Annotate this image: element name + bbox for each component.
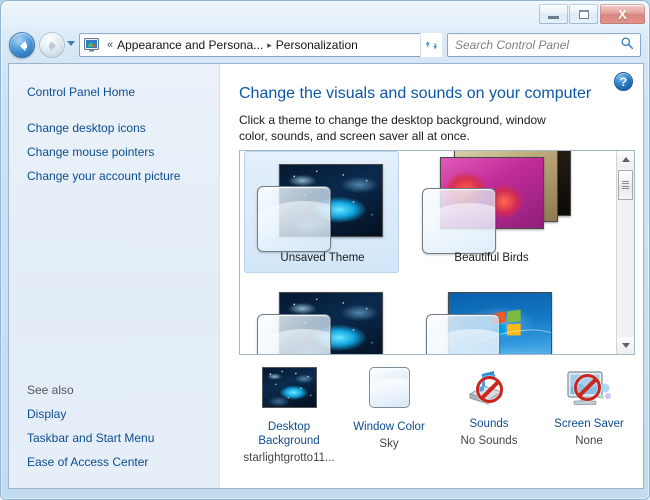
sidebar: Control Panel Home Change desktop icons … — [9, 64, 220, 488]
content-pane: ? Change the visuals and sounds on your … — [220, 64, 643, 488]
breadcrumb-overflow-chevrons[interactable]: « — [103, 39, 117, 51]
setting-sounds[interactable]: Sounds No Sounds — [439, 364, 539, 479]
personalization-window: X « Appearance and Persona... ▸ Personal… — [0, 0, 650, 500]
desktop-background-value: starlightgrotto11... — [243, 452, 335, 464]
theme-window-color-preview — [422, 188, 496, 254]
minimize-button[interactable] — [539, 4, 568, 24]
breadcrumb-item-personalization[interactable]: Personalization — [276, 38, 358, 52]
theme-label: Beautiful Birds — [454, 252, 529, 264]
navigation-bar: « Appearance and Persona... ▸ Personaliz… — [1, 29, 649, 63]
sidebar-item-control-panel-home[interactable]: Control Panel Home — [27, 80, 219, 104]
desktop-background-link[interactable]: Desktop Background — [239, 420, 339, 448]
breadcrumb: « Appearance and Persona... ▸ Personaliz… — [100, 38, 425, 52]
control-panel-display-icon — [83, 37, 100, 53]
see-also-label: See also — [27, 383, 74, 397]
theme-row — [240, 279, 617, 354]
back-button[interactable] — [9, 32, 35, 58]
chevron-up-icon — [621, 157, 630, 162]
screen-saver-value: None — [575, 435, 603, 447]
sidebar-item-ease-of-access-center[interactable]: Ease of Access Center — [27, 450, 162, 474]
setting-window-color[interactable]: Window Color Sky — [339, 364, 439, 479]
forward-button[interactable] — [39, 32, 65, 58]
gallery-scrollbar[interactable] — [616, 151, 634, 354]
window-color-link[interactable]: Window Color — [339, 420, 439, 434]
blocked-icon — [476, 376, 503, 403]
wallpaper-thumbnail-icon — [260, 367, 318, 415]
setting-desktop-background[interactable]: Desktop Background starlightgrotto11... — [239, 364, 339, 479]
title-bar: X — [1, 1, 649, 29]
personalization-settings-row: Desktop Background starlightgrotto11... … — [239, 364, 639, 479]
theme-item-unsaved-theme[interactable]: Unsaved Theme — [244, 151, 399, 273]
refresh-icon — [426, 39, 437, 50]
close-icon: X — [618, 6, 627, 22]
window-color-swatch-icon — [360, 367, 418, 415]
sidebar-item-display[interactable]: Display — [27, 402, 162, 426]
theme-thumbnail-stack — [422, 151, 571, 254]
grip-icon — [622, 179, 629, 191]
theme-item-beautiful-birds[interactable]: Beautiful Birds — [413, 151, 571, 273]
setting-screen-saver[interactable]: Screen Saver None — [539, 364, 639, 479]
theme-window-color-preview — [426, 314, 500, 354]
chevron-down-icon — [621, 343, 630, 348]
back-arrow-icon — [20, 40, 27, 52]
theme-item-row2-first[interactable] — [244, 279, 399, 354]
help-button[interactable]: ? — [614, 72, 633, 91]
maximize-icon — [578, 9, 589, 19]
theme-window-color-preview — [257, 186, 331, 252]
breadcrumb-separator-icon[interactable]: ▸ — [263, 40, 276, 51]
help-icon: ? — [619, 74, 628, 89]
theme-gallery-list: Unsaved Theme Beautiful Birds — [240, 151, 617, 354]
theme-window-color-preview — [257, 314, 331, 354]
sounds-value: No Sounds — [460, 435, 518, 447]
theme-thumbnail-stack — [253, 286, 393, 354]
see-also-section: See also Display Taskbar and Start Menu … — [27, 383, 162, 474]
screen-saver-link[interactable]: Screen Saver — [539, 417, 639, 431]
close-button[interactable]: X — [600, 4, 645, 24]
sounds-link[interactable]: Sounds — [439, 417, 539, 431]
sidebar-item-change-mouse-pointers[interactable]: Change mouse pointers — [27, 140, 219, 164]
scroll-up-button[interactable] — [617, 151, 634, 168]
speaker-muted-icon — [460, 364, 518, 412]
sidebar-item-change-account-picture[interactable]: Change your account picture — [27, 164, 219, 188]
address-bar[interactable]: « Appearance and Persona... ▸ Personaliz… — [79, 33, 441, 57]
minimize-icon — [548, 16, 559, 19]
theme-gallery[interactable]: Unsaved Theme Beautiful Birds — [239, 150, 635, 355]
client-area: Control Panel Home Change desktop icons … — [8, 63, 644, 489]
page-title: Change the visuals and sounds on your co… — [239, 85, 592, 102]
theme-thumbnail-stack — [422, 286, 562, 354]
theme-item-row2-second[interactable] — [413, 279, 568, 354]
forward-arrow-icon — [49, 40, 56, 52]
sidebar-item-taskbar-start-menu[interactable]: Taskbar and Start Menu — [27, 426, 162, 450]
refresh-button[interactable] — [420, 33, 442, 57]
scroll-down-button[interactable] — [617, 337, 634, 354]
scrollbar-thumb[interactable] — [618, 170, 633, 200]
search-box[interactable] — [447, 33, 641, 57]
maximize-button[interactable] — [569, 4, 598, 24]
recent-pages-dropdown[interactable] — [67, 41, 75, 46]
search-icon[interactable] — [620, 36, 634, 55]
search-input[interactable] — [448, 35, 620, 55]
breadcrumb-item-appearance[interactable]: Appearance and Persona... — [117, 38, 263, 52]
monitor-disabled-icon — [560, 364, 618, 412]
theme-label: Unsaved Theme — [280, 252, 365, 264]
window-color-value: Sky — [379, 438, 399, 450]
theme-thumbnail-stack — [253, 158, 393, 252]
blocked-icon — [573, 374, 601, 402]
theme-row: Unsaved Theme Beautiful Birds — [240, 151, 617, 275]
window-controls: X — [539, 4, 645, 24]
page-description: Click a theme to change the desktop back… — [239, 113, 546, 143]
sidebar-item-change-desktop-icons[interactable]: Change desktop icons — [27, 116, 219, 140]
